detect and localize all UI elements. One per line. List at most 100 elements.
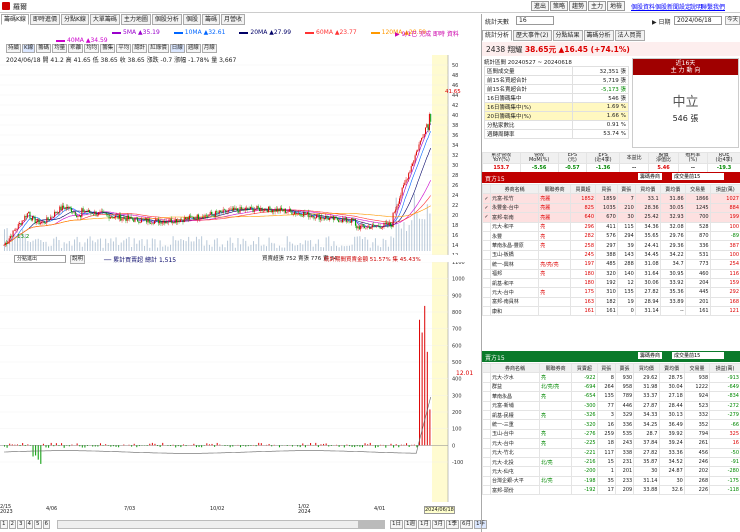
sell-col-header[interactable]: 賣均價 bbox=[658, 362, 685, 374]
sell-col-header[interactable]: 關聯券商 bbox=[538, 362, 573, 374]
tab-chips[interactable]: 籌碼 bbox=[201, 14, 220, 25]
tool-kline[interactable]: K線 bbox=[22, 44, 36, 53]
horizontal-scrollbar[interactable] bbox=[57, 520, 385, 529]
range-1m[interactable]: 1月 bbox=[418, 520, 431, 529]
tool-avg[interactable]: 均均 bbox=[84, 44, 100, 53]
top-button-check[interactable]: 地檢 bbox=[607, 1, 626, 11]
date-input[interactable]: 2024/06/18 bbox=[674, 16, 722, 25]
sell-col-header[interactable]: 交易量 bbox=[683, 362, 711, 374]
tool-chips[interactable]: 籌碼 bbox=[36, 44, 52, 53]
sell-broker-button[interactable]: 籌碼券商 bbox=[638, 352, 663, 359]
tool-bias[interactable]: 乖離 bbox=[68, 44, 84, 53]
tool-avg-vol[interactable]: 均量 bbox=[52, 44, 68, 53]
tool-mean[interactable]: 平均 bbox=[116, 44, 132, 53]
sell-row[interactable]: 凱基-民權亮 -326 3 329 34.33 30.13 332 -279 bbox=[482, 409, 740, 421]
rtab-institutional[interactable]: 法人買賣 bbox=[614, 30, 645, 41]
tool-gather[interactable]: 籌集 bbox=[100, 44, 116, 53]
sell-col-header[interactable]: 券商名稱 bbox=[490, 362, 540, 374]
buy-row[interactable]: 元大-台中亮 175 310 135 27.82 35.36 445 292 bbox=[482, 287, 740, 298]
top-button-in-out[interactable]: 進出 bbox=[531, 1, 550, 11]
sell-row[interactable]: 群益 北/亮/亮 -694 264 958 31.98 30.04 1222 -649 bbox=[482, 381, 740, 393]
buy-col-header[interactable]: 關聯券商 bbox=[538, 183, 572, 195]
buy-row[interactable]: ✓ 永豐金-台中 亮麗 825 1035 210 28.36 30.05 1245 884 bbox=[482, 202, 740, 214]
buy-col-header[interactable]: 賣均價 bbox=[659, 183, 686, 195]
tab-stock-analysis[interactable]: 個股分析 bbox=[151, 14, 182, 25]
tab-chip-kline[interactable]: 籌碼K線 bbox=[1, 14, 29, 25]
top-button-trend[interactable]: 趨勢 bbox=[569, 1, 588, 11]
page-5[interactable]: 5 bbox=[34, 520, 42, 529]
rtab-stats[interactable]: 統計分析 bbox=[482, 30, 513, 41]
today-button[interactable]: 今天 bbox=[725, 16, 740, 25]
top-button-mainforce[interactable]: 主力 bbox=[588, 1, 607, 11]
sell-col-header[interactable]: 買均價 bbox=[633, 362, 660, 374]
sell-col-header[interactable]: 買張 bbox=[596, 362, 616, 374]
kline-chart[interactable]: 5048464442403836343230282624222018161412 bbox=[0, 55, 470, 255]
page-2[interactable]: 2 bbox=[8, 520, 16, 529]
sell-row[interactable]: 元大-竹北 -221 117 338 27.82 33.36 456 -50 bbox=[482, 447, 740, 458]
buy-col-header[interactable]: 買均價 bbox=[634, 183, 661, 195]
rtab-events[interactable]: 歷大事件(2) bbox=[513, 30, 552, 41]
sell-col-header[interactable]: 損益(萬) bbox=[709, 362, 740, 374]
sell-row[interactable]: 元大-仙屯 -200 1 201 30 24.87 202 -280 bbox=[482, 466, 740, 477]
page-1[interactable]: 1 bbox=[0, 520, 8, 529]
page-4[interactable]: 4 bbox=[25, 520, 33, 529]
tool-total[interactable]: 總計 bbox=[132, 44, 148, 53]
buy-col-header[interactable]: 買賣超 bbox=[570, 183, 596, 195]
chips-chart[interactable]: 110010009008007006005004003002001000-100 bbox=[0, 262, 470, 502]
buy-select[interactable]: 成交量前15 bbox=[672, 173, 724, 180]
sell-col-header[interactable]: 賣張 bbox=[614, 362, 635, 374]
buy-row[interactable]: 統一-興林 亮/亮/亮 197 485 288 31.08 34.7 773 254 bbox=[482, 259, 740, 270]
range-1d[interactable]: 1日 bbox=[390, 520, 403, 529]
buy-row[interactable]: 康和 161 161 0 31.14 -- 161 121 bbox=[482, 306, 740, 317]
buy-row[interactable]: ✓ 元富-松竹 亮麗 1852 1859 7 33.1 31.86 1866 1027 bbox=[482, 193, 740, 204]
sell-row[interactable]: 元大-汐水亮 -922 8 930 29.62 28.75 938 -913 bbox=[482, 372, 740, 383]
sell-row[interactable]: 元大-台中亮 -225 18 243 37.84 39.24 261 16 bbox=[482, 438, 740, 449]
tool-weekly[interactable]: 週線 bbox=[185, 44, 201, 53]
sell-row[interactable]: 統一-三重 -320 16 336 34.25 36.49 352 -66 bbox=[482, 419, 740, 430]
sell-row[interactable]: 玉山-台中亮 -276 259 535 28.7 39.92 794 325 bbox=[482, 428, 740, 440]
buy-row[interactable]: 凱基-和平 180 192 12 30.06 33.92 204 159 bbox=[482, 277, 740, 289]
buy-row[interactable]: 華南永昌-豐原亮 258 297 39 24.41 29.36 336 387 bbox=[482, 240, 740, 251]
page-3[interactable]: 3 bbox=[17, 520, 25, 529]
buy-col-header[interactable]: 交易量 bbox=[684, 183, 711, 195]
days-select[interactable]: 16 bbox=[516, 16, 554, 25]
rtab-chips[interactable]: 籌碼分析 bbox=[583, 30, 614, 41]
link-stock-news[interactable]: 個股新聞 bbox=[655, 2, 679, 11]
tab-big-order[interactable]: 大單籌碼 bbox=[89, 14, 120, 25]
buy-broker-button[interactable]: 籌碼券商 bbox=[638, 173, 663, 180]
buy-col-header[interactable] bbox=[482, 183, 491, 195]
buy-col-header[interactable]: 買張 bbox=[595, 183, 618, 195]
sell-row[interactable]: 元大-北投 北/亮 -216 15 231 35.87 34.52 246 -91 bbox=[482, 456, 740, 468]
buy-row[interactable]: 福邦亮 180 320 140 31.64 30.95 460 116 bbox=[482, 268, 740, 279]
tab-monthly-revenue[interactable]: 月營收 bbox=[220, 14, 245, 25]
tool-monthly[interactable]: 月線 bbox=[201, 44, 217, 53]
buy-row[interactable]: 永豐亮 282 576 294 35.65 29.76 870 -89 bbox=[482, 230, 740, 242]
range-1q[interactable]: 1季 bbox=[446, 520, 459, 529]
tab-branch-kline[interactable]: 分點K線 bbox=[60, 14, 89, 25]
range-6m[interactable]: 6月 bbox=[460, 520, 473, 529]
rtab-branch[interactable]: 分點結果 bbox=[552, 30, 583, 41]
sell-select[interactable]: 成交量前15 bbox=[672, 352, 724, 359]
buy-row[interactable]: 富邦-南員林 163 182 19 28.94 33.89 201 168 bbox=[482, 296, 740, 308]
sell-row[interactable]: 富邦-頭份 -192 17 209 33.88 32.6 226 -118 bbox=[482, 485, 740, 496]
buy-col-header[interactable]: 賣張 bbox=[616, 183, 636, 195]
buy-col-header[interactable]: 損益(萬) bbox=[709, 183, 740, 195]
buy-row[interactable]: ✓ 富邦-彰南 亮麗 640 670 30 25.42 32.93 700 199 bbox=[482, 212, 740, 223]
sell-row[interactable]: 華南永昌亮 -654 135 789 33.37 27.18 924 -834 bbox=[482, 391, 740, 402]
sell-row[interactable]: 台灣企銀-大平 北/亮 -198 35 233 31.14 30 268 -175 bbox=[482, 475, 740, 487]
tab-mainforce-map[interactable]: 主力地圖 bbox=[120, 14, 151, 25]
range-1w[interactable]: 1週 bbox=[404, 520, 417, 529]
page-6[interactable]: 6 bbox=[42, 520, 50, 529]
tab-realtime[interactable]: 即時進價 bbox=[29, 14, 60, 25]
tab-stock[interactable]: 個股 bbox=[182, 14, 201, 25]
tool-daily[interactable]: 日線 bbox=[169, 44, 185, 53]
tool-continuous[interactable]: 持續 bbox=[6, 44, 22, 53]
sell-col-header[interactable] bbox=[482, 362, 491, 374]
buy-row[interactable]: 元大-和平亮 296 411 115 34.36 32.08 528 100 bbox=[482, 221, 740, 232]
top-button-strategy[interactable]: 策略 bbox=[550, 1, 569, 11]
tool-redgreen[interactable]: 紅綠價 bbox=[148, 44, 169, 53]
buy-col-header[interactable]: 券商名稱 bbox=[489, 183, 540, 195]
sell-col-header[interactable]: 買賣超 bbox=[571, 362, 598, 374]
range-3m[interactable]: 3月 bbox=[432, 520, 445, 529]
scroll-thumb[interactable] bbox=[358, 521, 384, 528]
